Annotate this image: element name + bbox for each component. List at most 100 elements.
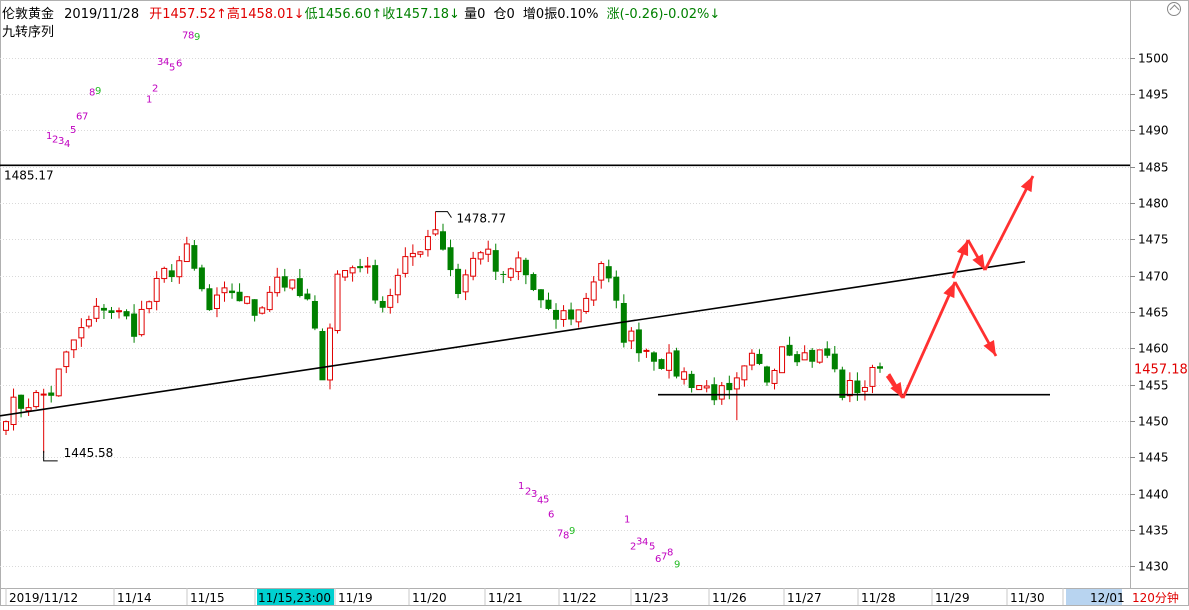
sequence-digit: 4 — [642, 537, 648, 548]
sequence-digit: 9 — [569, 526, 575, 537]
sequence-digit: 1 — [146, 95, 152, 106]
candle-body-down — [854, 380, 861, 394]
x-tick-label: 11/26 — [712, 591, 747, 605]
candle-body-down — [455, 268, 462, 294]
candle-body-down — [251, 299, 258, 316]
candle-body-down — [756, 353, 763, 364]
candle-body-down — [304, 293, 311, 300]
sequence-digit: 9 — [194, 32, 200, 43]
x-tick-label: 11/15 — [190, 591, 225, 605]
projection-arrow-line — [983, 175, 1035, 271]
candle-body-down — [500, 273, 507, 275]
candle-body-down — [379, 300, 386, 308]
sequence-digit: 7 — [82, 111, 88, 122]
candle-body-up — [161, 267, 168, 280]
low-value: 1456.60↑ — [317, 7, 383, 22]
y-tick-label: 1485 — [1138, 161, 1169, 175]
candle-body-down — [18, 394, 25, 409]
sequence-digit: 5 — [649, 541, 655, 552]
sequence-digit: 2 — [152, 84, 158, 95]
candle-body-up — [628, 330, 635, 342]
candle-body-up — [748, 352, 755, 366]
candle-body-down — [673, 350, 680, 377]
candle-body-up — [55, 368, 62, 397]
candle-body-down — [530, 274, 537, 290]
candle-body-up — [213, 294, 220, 310]
candle-body-up — [801, 352, 808, 361]
candle-body-up — [85, 319, 92, 327]
candle-body-up — [583, 297, 590, 312]
x-tick-label: 11/30 — [1010, 591, 1045, 605]
candle-body-up — [417, 251, 424, 255]
y-tick-label: 1500 — [1138, 52, 1169, 66]
candle-body-down — [711, 384, 718, 401]
candle-body-up — [266, 291, 273, 311]
candle-body-up — [40, 393, 47, 396]
sequence-digit: 1 — [518, 481, 524, 492]
candle-body-down — [839, 369, 846, 398]
current-price-tag: 1457.18 — [1134, 363, 1188, 378]
candle-body-down — [635, 329, 642, 354]
x-tick-label: 11/28 — [861, 591, 896, 605]
increase-value: 增0 — [522, 7, 545, 22]
candle-body-up — [485, 248, 492, 255]
open-label: 开 — [149, 7, 163, 22]
y-tick-label: 1445 — [1138, 451, 1169, 465]
candle-body-up — [861, 386, 868, 392]
candle-body-down — [688, 373, 695, 388]
y-tick-label: 1435 — [1138, 524, 1169, 538]
candle-body-down — [191, 245, 198, 269]
candle-body-up — [326, 327, 333, 381]
projection-arrowhead — [943, 282, 955, 299]
sequence-digit: 6 — [176, 58, 182, 69]
x-tick-label: 11/22 — [562, 591, 597, 605]
candle-body-up — [560, 310, 567, 320]
x-tick-label: 11/15,23:00 — [258, 591, 331, 605]
sequence-digit: 9 — [95, 86, 101, 97]
x-tick-label: 11/19 — [338, 591, 373, 605]
projection-arrowhead — [983, 339, 996, 356]
candle-body-up — [274, 276, 281, 294]
candle-body-up — [515, 257, 522, 273]
candle-body-down — [877, 366, 883, 369]
candle-body-up — [575, 309, 582, 323]
candle-body-up — [681, 371, 688, 380]
candle-body-up — [259, 307, 266, 314]
candle-body-down — [372, 265, 379, 301]
candle-body-up — [394, 274, 401, 296]
candle-body-up — [387, 295, 394, 308]
candle-body-up — [10, 396, 17, 426]
change-value: 涨(-0.26)-0.02%↓ — [606, 7, 721, 22]
candle-body-down — [447, 247, 454, 271]
candle-body-up — [146, 301, 153, 310]
candlestick-chart[interactable]: 1430143514401445145014551460146514701475… — [0, 0, 1189, 606]
low-label: 低 — [304, 7, 318, 22]
candle-body-down — [553, 309, 560, 320]
candle-body-down — [809, 349, 816, 362]
chart-frame — [0, 0, 1189, 606]
candle-body-down — [236, 291, 243, 302]
volume-value: 量0 — [464, 7, 486, 22]
y-tick-label: 1455 — [1138, 379, 1169, 393]
candle-body-down — [131, 313, 138, 337]
period-label: 120分钟 — [1132, 590, 1179, 605]
candle-body-up — [432, 229, 439, 235]
candle-body-up — [116, 310, 123, 313]
y-tick-label: 1495 — [1138, 88, 1169, 102]
x-tick-label: 12/01 — [1090, 591, 1125, 605]
amplitude-value: 振0.10% — [544, 7, 599, 22]
projection-arrowhead — [956, 240, 969, 257]
candle-body-up — [78, 327, 85, 339]
candle-body-down — [206, 288, 213, 311]
candle-body-up — [349, 267, 356, 274]
candle-body-up — [289, 279, 296, 289]
candle-body-up — [507, 268, 514, 278]
projection-arrowhead — [1020, 176, 1033, 193]
candle-body-up — [869, 366, 876, 387]
candle-body-up — [598, 263, 605, 281]
y-tick-label: 1450 — [1138, 415, 1169, 429]
candle-body-down — [229, 290, 236, 294]
collapse-icon[interactable] — [1167, 2, 1181, 16]
close-value: 1457.18↓ — [395, 7, 460, 22]
candle-body-down — [613, 276, 620, 301]
